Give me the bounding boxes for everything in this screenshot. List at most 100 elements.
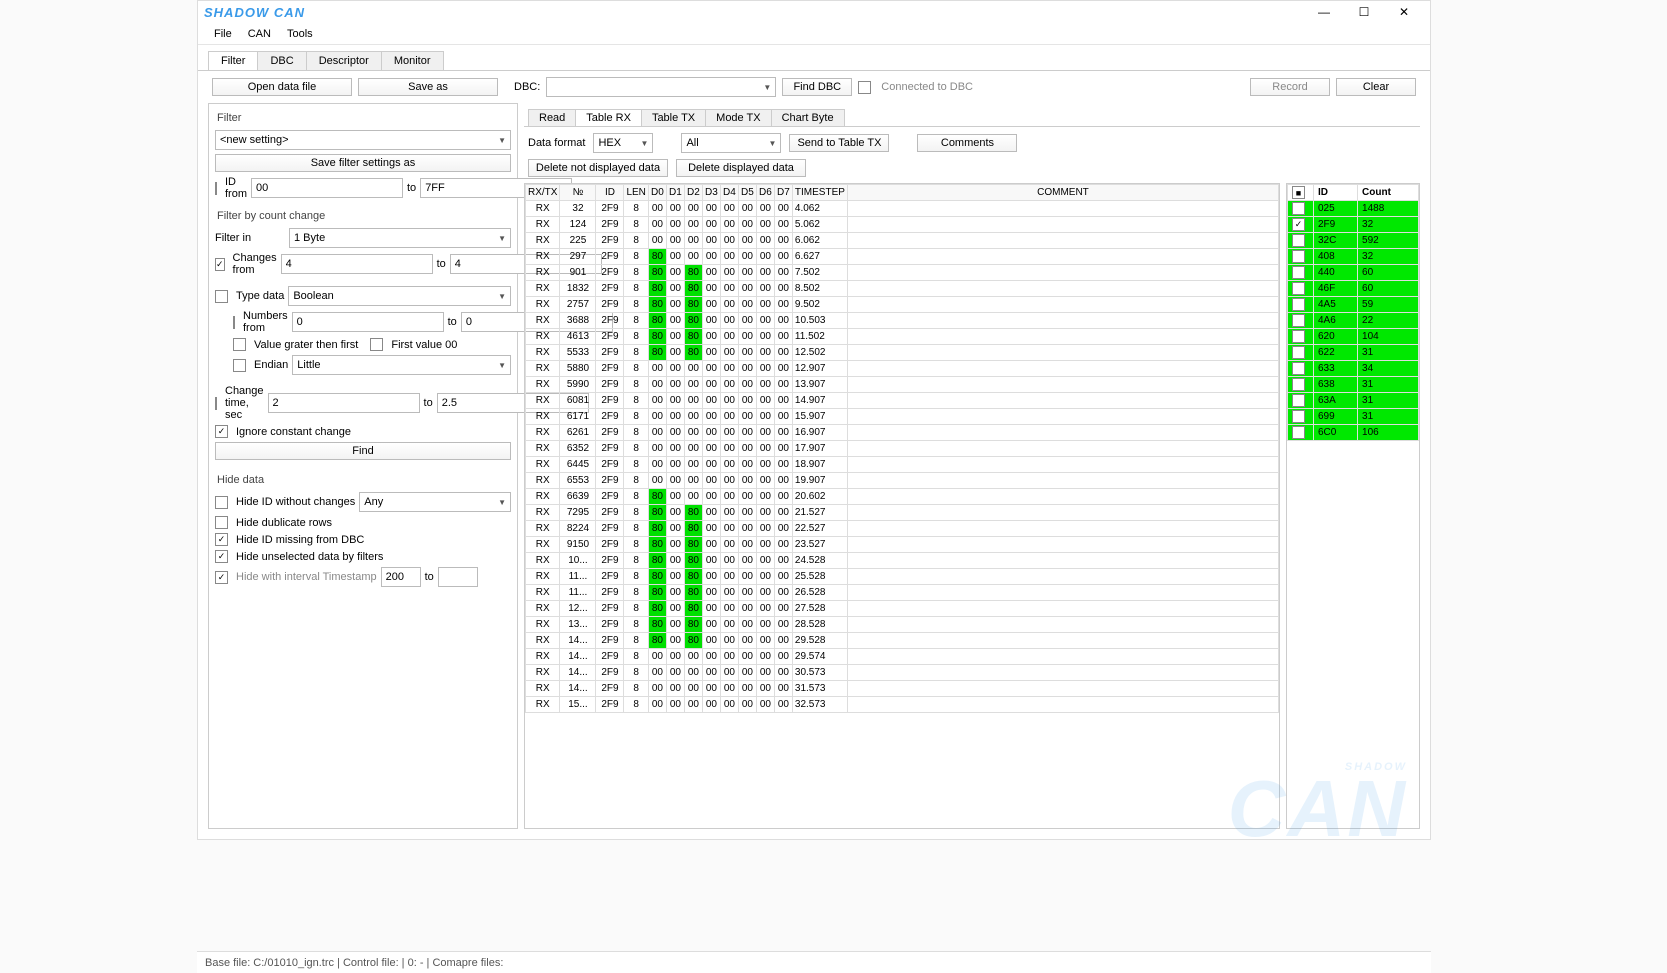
hide-wo-changes-select[interactable]: Any▼	[359, 492, 511, 512]
table-row[interactable]: RX82242F98800080000000000022.527	[526, 521, 1279, 537]
side-row-checkbox[interactable]	[1292, 362, 1305, 375]
hide-unsel-checkbox[interactable]: ✓	[215, 550, 228, 563]
type-data-checkbox[interactable]	[215, 290, 228, 303]
side-row[interactable]: 62231	[1288, 345, 1419, 361]
table-row[interactable]: RX65532F98000000000000000019.907	[526, 473, 1279, 489]
send-tx-button[interactable]: Send to Table TX	[789, 134, 889, 152]
hide-interval-input[interactable]	[381, 567, 421, 587]
side-row[interactable]: 46F60	[1288, 281, 1419, 297]
side-row[interactable]: 63831	[1288, 377, 1419, 393]
ignore-constant-checkbox[interactable]: ✓	[215, 425, 228, 438]
type-data-select[interactable]: Boolean▼	[288, 286, 511, 306]
side-row[interactable]: 40832	[1288, 249, 1419, 265]
subtab-read[interactable]: Read	[528, 109, 576, 126]
side-row[interactable]: ✓2F932	[1288, 217, 1419, 233]
id-from-input[interactable]	[251, 178, 403, 198]
side-row[interactable]: 63334	[1288, 361, 1419, 377]
subtab-chart-byte[interactable]: Chart Byte	[771, 109, 845, 126]
side-row[interactable]: 63A31	[1288, 393, 1419, 409]
table-row[interactable]: RX13...2F98800080000000000028.528	[526, 617, 1279, 633]
table-row[interactable]: RX12...2F98800080000000000027.528	[526, 601, 1279, 617]
side-row-checkbox[interactable]	[1292, 314, 1305, 327]
side-row[interactable]: 0251488	[1288, 201, 1419, 217]
hide-interval-to-input[interactable]	[438, 567, 478, 587]
endian-select[interactable]: Little▼	[292, 355, 511, 375]
side-row-checkbox[interactable]	[1292, 394, 1305, 407]
table-row[interactable]: RX14...2F98000000000000000030.573	[526, 665, 1279, 681]
side-row-checkbox[interactable]	[1292, 410, 1305, 423]
tab-dbc[interactable]: DBC	[257, 51, 306, 70]
hide-dup-checkbox[interactable]	[215, 516, 228, 529]
del-disp-button[interactable]: Delete displayed data	[676, 159, 806, 177]
table-row[interactable]: RX11...2F98800080000000000025.528	[526, 569, 1279, 585]
hide-wo-changes-checkbox[interactable]	[215, 496, 228, 509]
del-not-disp-button[interactable]: Delete not displayed data	[528, 159, 668, 177]
side-row[interactable]: 69931	[1288, 409, 1419, 425]
table-row[interactable]: RX46132F98800080000000000011.502	[526, 329, 1279, 345]
save-settings-button[interactable]: Save filter settings as	[215, 154, 511, 172]
connected-checkbox[interactable]	[858, 81, 871, 94]
table-row[interactable]: RX15...2F98000000000000000032.573	[526, 697, 1279, 713]
table-row[interactable]: RX63522F98000000000000000017.907	[526, 441, 1279, 457]
data-format-select[interactable]: HEX▼	[593, 133, 653, 153]
table-row[interactable]: RX61712F98000000000000000015.907	[526, 409, 1279, 425]
all-select[interactable]: All▼	[681, 133, 781, 153]
numbers-from-input[interactable]	[292, 312, 444, 332]
clear-button[interactable]: Clear	[1336, 78, 1416, 96]
tab-monitor[interactable]: Monitor	[381, 51, 444, 70]
table-row[interactable]: RX14...2F98000000000000000029.574	[526, 649, 1279, 665]
menu-file[interactable]: File	[206, 26, 240, 42]
side-row[interactable]: 32C592	[1288, 233, 1419, 249]
table-row[interactable]: RX18322F9880008000000000008.502	[526, 281, 1279, 297]
table-row[interactable]: RX72952F98800080000000000021.527	[526, 505, 1279, 521]
first-value-checkbox[interactable]	[370, 338, 383, 351]
changes-from-checkbox[interactable]: ✓	[215, 258, 225, 271]
table-row[interactable]: RX1242F9800000000000000005.062	[526, 217, 1279, 233]
table-row[interactable]: RX322F9800000000000000004.062	[526, 201, 1279, 217]
value-greater-checkbox[interactable]	[233, 338, 246, 351]
tab-descriptor[interactable]: Descriptor	[306, 51, 382, 70]
side-row-checkbox[interactable]	[1292, 378, 1305, 391]
numbers-from-checkbox[interactable]	[233, 316, 235, 329]
comments-button[interactable]: Comments	[917, 134, 1017, 152]
find-button[interactable]: Find	[215, 442, 511, 460]
side-row-checkbox[interactable]: ✓	[1292, 218, 1305, 231]
side-row-checkbox[interactable]	[1292, 346, 1305, 359]
changes-from-input[interactable]	[281, 254, 433, 274]
main-table[interactable]: RX/TX№IDLEND0D1D2D3D4D5D6D7TIMESTEPCOMME…	[524, 183, 1280, 829]
record-button[interactable]: Record	[1250, 78, 1330, 96]
hide-interval-checkbox[interactable]: ✓	[215, 571, 228, 584]
table-row[interactable]: RX36882F98800080000000000010.503	[526, 313, 1279, 329]
change-time-checkbox[interactable]	[215, 397, 217, 410]
table-row[interactable]: RX91502F98800080000000000023.527	[526, 537, 1279, 553]
side-row-checkbox[interactable]	[1292, 282, 1305, 295]
saveas-button[interactable]: Save as	[358, 78, 498, 96]
side-row-checkbox[interactable]	[1292, 266, 1305, 279]
table-row[interactable]: RX58802F98000000000000000012.907	[526, 361, 1279, 377]
tab-filter[interactable]: Filter	[208, 51, 258, 70]
table-row[interactable]: RX14...2F98800080000000000029.528	[526, 633, 1279, 649]
change-time-from-input[interactable]	[268, 393, 420, 413]
subtab-table-rx[interactable]: Table RX	[575, 109, 642, 126]
find-dbc-button[interactable]: Find DBC	[782, 78, 852, 96]
menu-tools[interactable]: Tools	[279, 26, 321, 42]
table-row[interactable]: RX9012F9880008000000000007.502	[526, 265, 1279, 281]
table-row[interactable]: RX14...2F98000000000000000031.573	[526, 681, 1279, 697]
hide-missing-checkbox[interactable]: ✓	[215, 533, 228, 546]
endian-checkbox[interactable]	[233, 359, 246, 372]
side-row[interactable]: 4A559	[1288, 297, 1419, 313]
side-row[interactable]: 44060	[1288, 265, 1419, 281]
table-row[interactable]: RX66392F98800000000000000020.602	[526, 489, 1279, 505]
side-row-checkbox[interactable]	[1292, 250, 1305, 263]
side-row[interactable]: 4A622	[1288, 313, 1419, 329]
menu-can[interactable]: CAN	[240, 26, 279, 42]
id-from-checkbox[interactable]	[215, 182, 217, 195]
close-button[interactable]: ✕	[1384, 1, 1424, 23]
table-row[interactable]: RX55332F98800080000000000012.502	[526, 345, 1279, 361]
side-row-checkbox[interactable]	[1292, 298, 1305, 311]
subtab-table-tx[interactable]: Table TX	[641, 109, 706, 126]
dbc-select[interactable]: ▼	[546, 77, 776, 97]
side-row[interactable]: 620104	[1288, 329, 1419, 345]
filter-setting-select[interactable]: <new setting>▼	[215, 130, 511, 150]
table-row[interactable]: RX2972F9880000000000000006.627	[526, 249, 1279, 265]
